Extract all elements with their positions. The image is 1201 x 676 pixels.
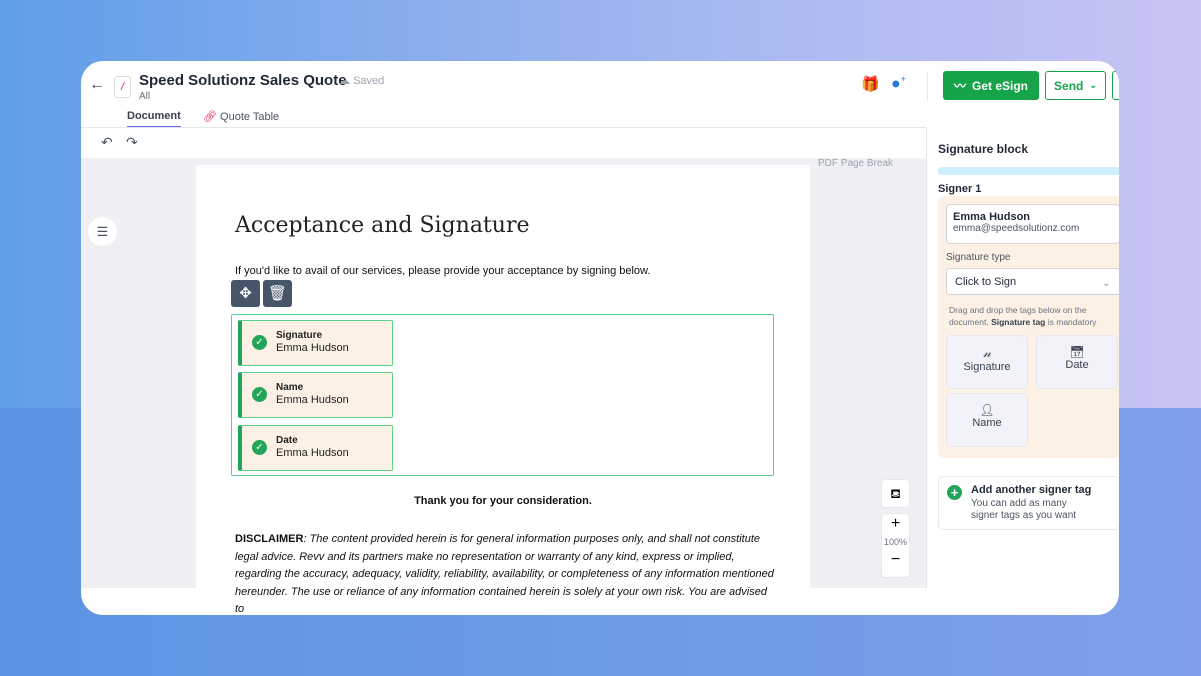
tag-label: Date: [276, 435, 298, 446]
zoom-control: + 100% −: [881, 513, 910, 578]
add-signer-desc: You can add as many signer tags as you w…: [971, 498, 1077, 521]
check-icon: ✓: [252, 387, 267, 402]
zoom-level: 100%: [883, 537, 908, 547]
tag-value: Emma Hudson: [276, 447, 349, 459]
tab-label: Quote Table: [220, 111, 280, 123]
date-tag[interactable]: ✓ Date Emma Hudson: [238, 425, 393, 471]
signer-label: Signer 1: [938, 183, 982, 195]
progress-bar: [938, 167, 1119, 175]
save-status-text: Saved: [353, 75, 385, 87]
tag-value: Emma Hudson: [276, 394, 349, 406]
name-tag[interactable]: ✓ Name Emma Hudson: [238, 372, 393, 418]
signer-info[interactable]: Emma Hudson emma@speedsolutionz.com: [946, 204, 1119, 244]
chevron-down-icon: ⌄: [1101, 277, 1111, 289]
hint-text: is mandatory: [1045, 317, 1097, 327]
outline-toggle-icon[interactable]: ☰: [88, 217, 117, 246]
signature-tag[interactable]: ✓ Signature Emma Hudson: [238, 320, 393, 366]
check-icon: ✓: [252, 335, 267, 350]
plus-icon: +: [947, 485, 962, 500]
tab-document[interactable]: Document: [127, 110, 181, 128]
hint-bold: Signature tag: [991, 317, 1046, 327]
intro-text: If you'd like to avail of our services, …: [235, 265, 651, 277]
back-arrow-icon[interactable]: ←: [89, 76, 105, 94]
gift-icon[interactable]: 🎁: [861, 75, 880, 93]
tag-label: Name: [276, 382, 304, 393]
tags-hint: Drag and drop the tags below on the docu…: [949, 304, 1119, 328]
date-tag-button[interactable]: 📅︎ Date: [1036, 335, 1118, 389]
user-icon: 👤︎: [979, 403, 995, 417]
get-esign-button[interactable]: 〰 Get eSign: [943, 71, 1039, 100]
divider: [81, 127, 926, 128]
save-status: ☁ Saved: [339, 74, 384, 87]
signature-tag-button[interactable]: 𝓃 Signature: [946, 335, 1028, 389]
zoom-in-button[interactable]: +: [882, 514, 909, 534]
section-heading: Acceptance and Signature: [235, 213, 530, 238]
button-label: Get eSign: [972, 78, 1029, 93]
add-signer-title: Add another signer tag: [971, 484, 1092, 496]
zoom-out-button[interactable]: −: [882, 550, 909, 570]
signature-icon: 〰: [953, 79, 966, 93]
disclaimer: DISCLAIMER: The content provided herein …: [235, 531, 775, 615]
divider: [927, 71, 928, 101]
add-signer-tag[interactable]: + Add another signer tag You can add as …: [938, 476, 1119, 530]
more-button[interactable]: [1112, 71, 1119, 100]
paint-icon[interactable]: ⛾: [881, 479, 910, 508]
page-break-label: PDF Page Break: [818, 158, 894, 169]
tag-label: Signature: [276, 330, 323, 341]
signer-card: Emma Hudson emma@speedsolutionz.com Sign…: [938, 196, 1119, 458]
send-button[interactable]: Send ⌄: [1045, 71, 1106, 100]
add-user-icon[interactable]: ●+: [891, 74, 906, 93]
document-icon: /: [114, 76, 131, 98]
tag-button-label: Date: [1065, 359, 1089, 371]
signature-icon: 𝓃: [982, 345, 991, 360]
signer-email: emma@speedsolutionz.com: [953, 223, 1080, 234]
disclaimer-text: : The content provided herein is for gen…: [235, 533, 774, 615]
document-page: Acceptance and Signature If you'd like t…: [196, 165, 810, 615]
signature-block[interactable]: ✓ Signature Emma Hudson ✓ Name Emma Hudson ✓…: [231, 314, 774, 476]
tag-button-label: Name: [972, 417, 1002, 429]
trash-icon[interactable]: 🗑︎: [263, 280, 292, 307]
cloud-icon: ☁: [339, 75, 354, 87]
button-label: Send: [1054, 78, 1084, 93]
signature-panel: Signature block Signer 1 Emma Hudson emm…: [926, 128, 1119, 588]
redo-icon[interactable]: ↷: [126, 134, 138, 151]
signature-type-select[interactable]: Click to Sign ⌄: [946, 268, 1119, 295]
disclaimer-label: DISCLAIMER: [235, 533, 304, 545]
tag-button-label: Signature: [963, 361, 1011, 373]
document-folder: All: [139, 91, 151, 102]
calendar-icon: 📅︎: [1069, 345, 1085, 359]
undo-icon[interactable]: ↶: [101, 134, 113, 151]
move-icon[interactable]: ✥: [231, 280, 260, 307]
check-icon: ✓: [252, 440, 267, 455]
thanks-text: Thank you for your consideration.: [414, 495, 592, 507]
panel-title: Signature block: [938, 142, 1029, 156]
signature-type-label: Signature type: [946, 252, 1011, 263]
select-value: Click to Sign: [955, 276, 1017, 288]
name-tag-button[interactable]: 👤︎ Name: [946, 393, 1028, 447]
tab-quote-table[interactable]: 🔗︎ Quote Table: [203, 110, 279, 127]
signer-name: Emma Hudson: [953, 211, 1031, 223]
tag-value: Emma Hudson: [276, 342, 349, 354]
document-title[interactable]: Speed Solutionz Sales Quote: [139, 72, 347, 89]
app-window: ← / Speed Solutionz Sales Quote All ☁ Sa…: [81, 61, 1119, 615]
link-icon: 🔗︎: [203, 111, 221, 123]
chevron-down-icon: ⌄: [1089, 80, 1097, 90]
